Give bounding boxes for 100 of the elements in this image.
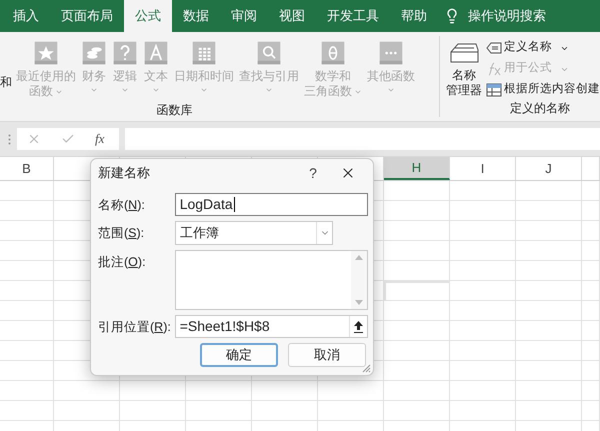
grid-cell[interactable] [582, 401, 600, 421]
ribbon-tab[interactable]: 页面布局 [50, 0, 124, 32]
column-header[interactable]: I [450, 157, 516, 180]
grid-cell[interactable] [0, 241, 54, 261]
ribbon-tab[interactable]: 视图 [268, 0, 316, 32]
scope-dropdown[interactable]: 工作簿 [175, 221, 333, 245]
reference-input-field[interactable]: =Sheet1!$H$8 [174, 315, 368, 338]
defined-name-button[interactable]: 定义名称 [486, 39, 600, 57]
grid-cell[interactable] [582, 201, 600, 221]
grid-cell[interactable] [582, 181, 600, 201]
grid-cell[interactable] [516, 261, 582, 281]
help-button[interactable]: ? [298, 162, 328, 184]
ribbon-tab[interactable]: 数据 [172, 0, 220, 32]
grid-cell[interactable] [516, 301, 582, 321]
grid-cell[interactable] [516, 241, 582, 261]
grid-cell[interactable] [384, 201, 450, 221]
ribbon-tab[interactable]: 插入 [2, 0, 50, 32]
grid-cell[interactable] [516, 361, 582, 381]
grid-cell[interactable] [0, 221, 54, 241]
grid-cell[interactable] [582, 301, 600, 321]
column-header[interactable]: H [384, 157, 450, 180]
grid-cell[interactable] [384, 261, 450, 281]
ribbon-button-label[interactable]: 和 [0, 73, 12, 103]
scrollbar[interactable] [351, 251, 367, 309]
grid-cell[interactable] [0, 361, 54, 381]
grid-cell[interactable] [516, 381, 582, 401]
ribbon-tab[interactable]: 帮助 [390, 0, 438, 32]
name-manager-button[interactable]: 名称 管理器 [444, 36, 484, 99]
name-input-field[interactable]: LogData [174, 193, 368, 216]
grid-cell[interactable] [582, 361, 600, 381]
comment-textarea[interactable] [174, 250, 368, 310]
grid-cell[interactable] [384, 381, 450, 401]
grid-cell[interactable] [186, 381, 252, 401]
scroll-up-icon[interactable] [355, 255, 363, 260]
grid-cell[interactable] [450, 361, 516, 381]
grid-cell[interactable] [516, 221, 582, 241]
dialog-button[interactable]: 确定 [200, 343, 278, 367]
grid-cell[interactable] [582, 381, 600, 401]
grid-cell[interactable] [582, 221, 600, 241]
grid-cell[interactable] [0, 281, 54, 301]
grid-cell[interactable] [252, 401, 318, 421]
grid-cell[interactable] [0, 341, 54, 361]
grid-cell[interactable] [450, 221, 516, 241]
grid-cell[interactable] [450, 241, 516, 261]
grid-cell[interactable] [0, 301, 54, 321]
grid-cell[interactable] [0, 321, 54, 341]
column-header[interactable]: J [516, 157, 582, 180]
grid-cell[interactable] [450, 181, 516, 201]
grid-cell[interactable] [582, 261, 600, 281]
grid-cell[interactable] [384, 361, 450, 381]
tell-me-search[interactable]: 操作说明搜索 [468, 6, 546, 26]
defined-name-button[interactable]: 根据所选内容创建 [486, 81, 600, 99]
grid-cell[interactable] [516, 341, 582, 361]
grid-cell[interactable] [0, 261, 54, 281]
grid-cell[interactable] [384, 301, 450, 321]
grid-cell[interactable] [450, 381, 516, 401]
grid-cell[interactable] [516, 321, 582, 341]
grid-cell[interactable] [516, 201, 582, 221]
grid-cell[interactable] [0, 381, 54, 401]
grid-cell[interactable] [450, 341, 516, 361]
grid-cell[interactable] [516, 401, 582, 421]
grid-cell[interactable] [384, 401, 450, 421]
grid-cell[interactable] [54, 401, 120, 421]
grid-cell[interactable] [120, 401, 186, 421]
grid-cell[interactable] [582, 281, 600, 301]
grid-cell[interactable] [384, 321, 450, 341]
grid-cell[interactable] [582, 321, 600, 341]
scroll-down-icon[interactable] [355, 300, 363, 305]
grid-cell[interactable] [450, 301, 516, 321]
grid-cell[interactable] [252, 381, 318, 401]
grid-cell[interactable] [516, 281, 582, 301]
grid-cell[interactable] [0, 401, 54, 421]
grid-cell[interactable] [384, 221, 450, 241]
grid-cell[interactable] [450, 201, 516, 221]
selected-cell[interactable] [384, 281, 450, 301]
grid-cell[interactable] [450, 261, 516, 281]
grid-cell[interactable] [450, 281, 516, 301]
ribbon-tab[interactable]: 开发工具 [316, 0, 390, 32]
grid-cell[interactable] [582, 341, 600, 361]
grid-cell[interactable] [186, 401, 252, 421]
grid-cell[interactable] [450, 321, 516, 341]
grid-cell[interactable] [0, 201, 54, 221]
grid-cell[interactable] [384, 181, 450, 201]
resize-grip-icon[interactable] [362, 364, 371, 373]
grid-cell[interactable] [384, 241, 450, 261]
grid-cell[interactable] [450, 401, 516, 421]
ribbon-tab[interactable]: 审阅 [220, 0, 268, 32]
grid-cell[interactable] [0, 181, 54, 201]
grid-cell[interactable] [384, 341, 450, 361]
grid-cell[interactable] [318, 401, 384, 421]
dialog-button[interactable]: 取消 [288, 343, 366, 367]
grid-cell[interactable] [54, 381, 120, 401]
grid-cell[interactable] [516, 181, 582, 201]
grid-cell[interactable] [318, 381, 384, 401]
ribbon-tab[interactable]: 公式 [124, 0, 172, 32]
grid-cell[interactable] [582, 241, 600, 261]
insert-function-button[interactable]: fx [95, 129, 104, 149]
formula-input-field[interactable] [125, 128, 600, 150]
grid-cell[interactable] [120, 381, 186, 401]
column-header[interactable]: B [0, 157, 54, 180]
